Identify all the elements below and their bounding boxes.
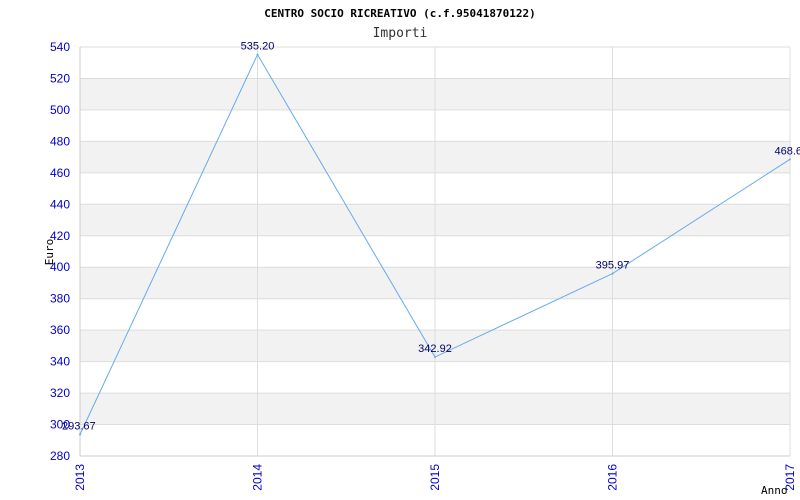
x-tick-labels: 2013 2014 2015 2016 2017 [73,464,797,491]
x-tick-label: 2016 [606,464,620,491]
y-tick-label: 520 [50,71,70,85]
data-label: 395.97 [596,260,630,272]
y-tick-label: 440 [50,197,70,211]
y-tick-label: 320 [50,386,70,400]
y-tick-label: 540 [50,40,70,54]
data-label: 468.6 [774,145,800,157]
data-point [789,158,791,161]
chart-subtitle: Importi [373,26,428,41]
chart-title: CENTRO SOCIO RICREATIVO (c.f.95041870122… [264,7,536,20]
y-tick-label: 460 [50,166,70,180]
y-axis-label: Euro [43,239,56,266]
data-label: 293.67 [62,420,96,432]
data-point [434,356,436,359]
x-axis-label: Anno [761,484,788,497]
y-tick-label: 380 [50,292,70,306]
data-label: 535.20 [241,41,275,53]
data-point [79,433,81,436]
y-tick-label: 360 [50,323,70,337]
x-tick-label: 2014 [251,464,265,491]
y-tick-label: 280 [50,449,70,463]
line-chart: 2803003203403603804004204404604805005205… [43,7,800,497]
data-label: 342.92 [418,343,452,355]
x-tick-label: 2013 [73,464,87,491]
x-tick-label: 2015 [428,464,442,491]
y-tick-label: 480 [50,134,70,148]
data-point [611,272,614,275]
y-tick-label: 340 [50,355,70,369]
y-tick-label: 500 [50,103,70,117]
data-point [256,53,259,56]
